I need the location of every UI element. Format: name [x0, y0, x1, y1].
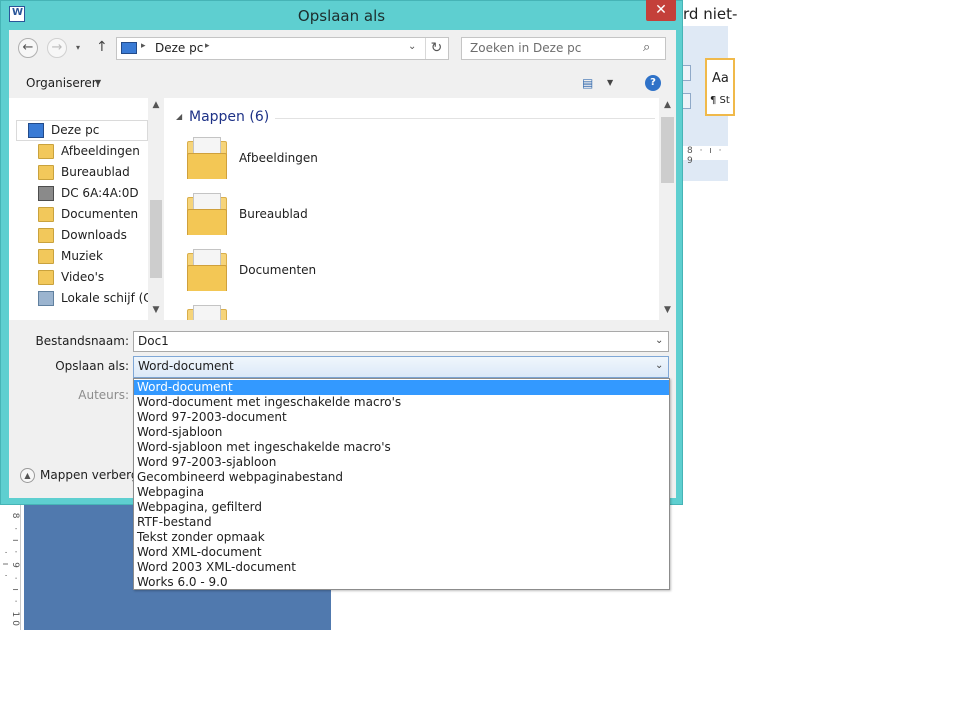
folder-icon: [38, 207, 54, 222]
savetype-option[interactable]: Word 2003 XML-document: [134, 560, 669, 575]
folder-icon[interactable]: [187, 305, 227, 320]
nav-scrollbar-thumb[interactable]: [150, 200, 162, 278]
savetype-option[interactable]: Word 97-2003-sjabloon: [134, 455, 669, 470]
nav-item-label: DC 6A:4A:0D: [61, 186, 139, 200]
authors-label: Auteurs:: [78, 388, 129, 402]
forward-button[interactable]: →: [47, 38, 67, 58]
folder-icon[interactable]: [187, 137, 227, 179]
search-icon[interactable]: ⌕: [643, 40, 650, 55]
breadcrumb-location[interactable]: Deze pc: [155, 41, 203, 55]
nav-item[interactable]: Bureaublad: [38, 162, 130, 183]
search-placeholder: Zoeken in Deze pc: [470, 41, 582, 55]
scroll-up-icon[interactable]: ▲: [148, 100, 164, 110]
folder-icon: [38, 144, 54, 159]
folder-icon: [38, 165, 54, 180]
scroll-up-icon[interactable]: ▲: [659, 100, 676, 110]
pc-icon: [28, 123, 44, 138]
nav-item[interactable]: Documenten: [38, 204, 138, 225]
nav-item[interactable]: Lokale schijf (C:): [38, 288, 160, 309]
nav-item[interactable]: DC 6A:4A:0D: [38, 183, 139, 204]
nav-item-label: Deze pc: [51, 123, 100, 137]
savetype-option[interactable]: Word-document: [134, 380, 669, 395]
nav-item-label: Bureaublad: [61, 165, 130, 179]
up-button[interactable]: ↑: [96, 39, 108, 55]
nav-item[interactable]: Muziek: [38, 246, 103, 267]
nav-item[interactable]: Video's: [38, 267, 104, 288]
nav-item[interactable]: Afbeeldingen: [38, 141, 140, 162]
folder-item-label[interactable]: Bureaublad: [239, 207, 308, 221]
savetype-option[interactable]: Works 6.0 - 9.0: [134, 575, 669, 589]
nav-item-label: Afbeeldingen: [61, 144, 140, 158]
refresh-button[interactable]: ↻: [425, 38, 447, 59]
organize-button[interactable]: Organiseren: [26, 76, 99, 90]
word-app-icon[interactable]: [9, 6, 25, 22]
savetype-option[interactable]: Tekst zonder opmaak: [134, 530, 669, 545]
background-ruler-top: 8 · ı · 9: [683, 146, 728, 166]
filename-label: Bestandsnaam:: [35, 334, 129, 348]
folder-icon[interactable]: [187, 193, 227, 235]
folder-item-label[interactable]: Documenten: [239, 263, 316, 277]
nav-item-label: Muziek: [61, 249, 103, 263]
chevron-down-icon[interactable]: ⌄: [655, 335, 663, 346]
close-button[interactable]: ✕: [646, 0, 676, 21]
background-style-text: Aa: [712, 71, 729, 86]
folder-item-label[interactable]: Afbeeldingen: [239, 151, 318, 165]
savetype-option[interactable]: RTF-bestand: [134, 515, 669, 530]
scroll-down-icon[interactable]: ▼: [148, 305, 164, 315]
savetype-option[interactable]: Gecombineerd webpaginabestand: [134, 470, 669, 485]
chevron-down-icon[interactable]: ⌄: [655, 360, 663, 371]
group-header[interactable]: Mappen (6): [189, 109, 269, 125]
change-view-icon[interactable]: ▤: [582, 76, 598, 90]
background-style-name: ¶ St: [710, 95, 730, 106]
nav-item[interactable]: Downloads: [38, 225, 127, 246]
chevron-down-icon[interactable]: ▼: [95, 78, 101, 87]
collapse-group-icon[interactable]: ◢: [176, 112, 182, 121]
savetype-option[interactable]: Word 97-2003-document: [134, 410, 669, 425]
pc-icon: [121, 42, 137, 54]
folder-icon[interactable]: [187, 249, 227, 291]
savetype-option[interactable]: Word-document met ingeschakelde macro's: [134, 395, 669, 410]
chevron-up-icon[interactable]: ▲: [20, 468, 35, 483]
savetype-option[interactable]: Webpagina, gefilterd: [134, 500, 669, 515]
folder-icon: [38, 249, 54, 264]
breadcrumb-chevron-icon[interactable]: ▸: [205, 41, 210, 51]
nav-item-label: Documenten: [61, 207, 139, 221]
group-divider: [275, 118, 655, 119]
filename-value[interactable]: Doc1: [138, 334, 169, 348]
help-icon[interactable]: ?: [645, 75, 661, 91]
content-scrollbar-thumb[interactable]: [661, 117, 674, 183]
nav-item-label: Downloads: [61, 228, 127, 242]
folder-icon: [38, 270, 54, 285]
scroll-down-icon[interactable]: ▼: [659, 305, 676, 315]
breadcrumb-chevron-icon[interactable]: ▸: [141, 41, 146, 51]
folder-icon: [38, 228, 54, 243]
recent-locations-button[interactable]: ▾: [76, 43, 80, 52]
savetype-option[interactable]: Word-sjabloon met ingeschakelde macro's: [134, 440, 669, 455]
savetype-option[interactable]: Word-sjabloon: [134, 425, 669, 440]
address-dropdown-button[interactable]: ⌄: [408, 41, 416, 52]
command-bar: [9, 68, 676, 98]
background-ruler-left: · 8 · ı · 9 · ı · 10 · ı ·: [0, 500, 21, 630]
hide-folders-button[interactable]: Mappen verberge: [40, 468, 146, 482]
background-window-title: rd niet-: [683, 5, 738, 23]
drive-icon: [38, 291, 54, 306]
nav-item-label: Video's: [61, 270, 105, 284]
nav-item-label: Lokale schijf (C:): [61, 291, 161, 305]
chevron-down-icon[interactable]: ▼: [607, 78, 613, 87]
filename-input[interactable]: [133, 331, 669, 352]
dialog-title: Opslaan als: [297, 7, 386, 25]
back-button[interactable]: ←: [18, 38, 38, 58]
background-style-preview: [705, 58, 735, 116]
savetype-option[interactable]: Word XML-document: [134, 545, 669, 560]
media-device-icon: [38, 186, 54, 201]
savetype-option[interactable]: Webpagina: [134, 485, 669, 500]
nav-item[interactable]: Deze pc: [28, 120, 99, 141]
savetype-label: Opslaan als:: [55, 359, 129, 373]
savetype-value[interactable]: Word-document: [138, 359, 234, 373]
savetype-dropdown-list[interactable]: Word-document Word-document met ingeschak…: [133, 378, 670, 590]
